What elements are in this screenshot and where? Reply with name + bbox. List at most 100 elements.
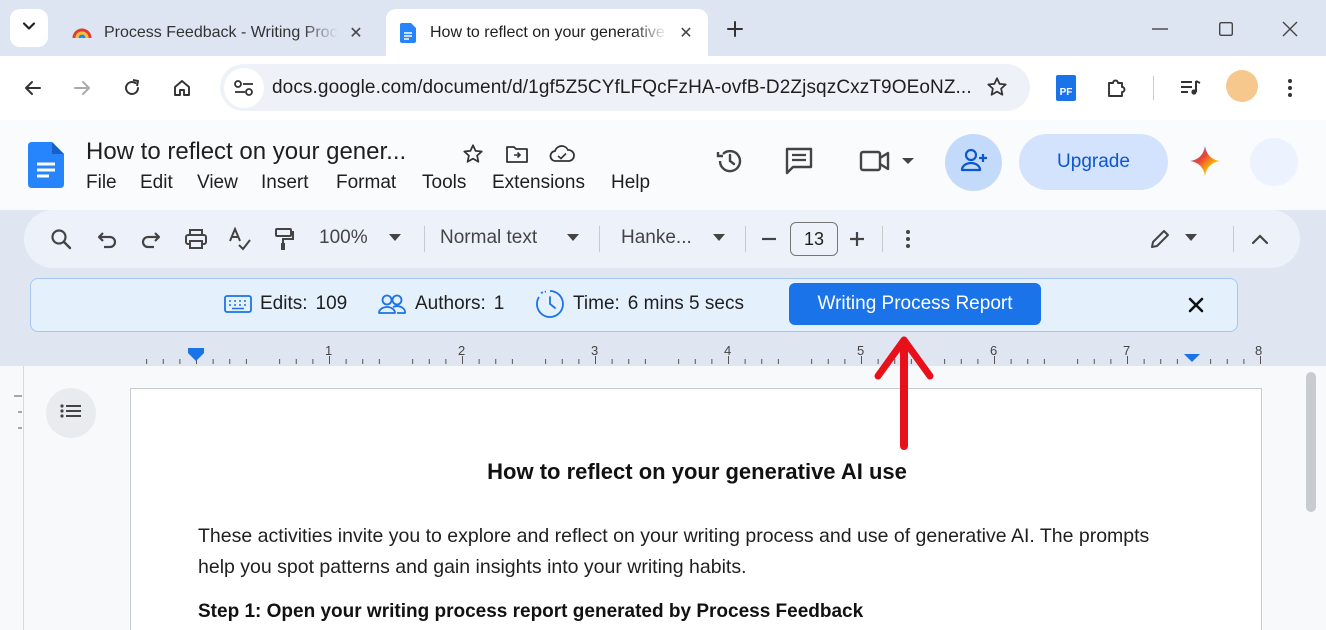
font-dropdown-caret-icon[interactable]	[713, 234, 725, 241]
collapse-menus-chevron-up-icon[interactable]	[1247, 226, 1273, 252]
toolbar-divider	[1153, 76, 1154, 100]
browser-toolbar: docs.google.com/document/d/1gf5Z5CYfLFQc…	[0, 56, 1326, 120]
edits-stat: Edits: 109	[224, 293, 347, 315]
paint-format-icon[interactable]	[271, 226, 297, 252]
tab-title: How to reflect on your generative AI use	[430, 23, 668, 41]
print-icon[interactable]	[183, 226, 209, 252]
authors-stat: Authors: 1	[378, 293, 504, 315]
new-tab-button[interactable]	[722, 16, 748, 42]
document-paragraph: These activities invite you to explore a…	[198, 525, 1150, 578]
menu-extensions[interactable]: Extensions	[492, 172, 585, 194]
undo-icon[interactable]	[94, 226, 120, 252]
menu-insert[interactable]: Insert	[261, 172, 309, 194]
upgrade-button[interactable]: Upgrade	[1019, 134, 1168, 190]
more-vert-icon[interactable]	[1272, 70, 1308, 106]
document-heading: How to reflect on your generative AI use	[487, 459, 907, 484]
docs-header: How to reflect on your gener... File Edi…	[0, 120, 1326, 210]
move-folder-icon[interactable]	[504, 142, 530, 166]
close-icon[interactable]: ✕	[676, 23, 696, 43]
chevron-down-icon	[21, 18, 37, 39]
gemini-sparkle-icon[interactable]	[1188, 144, 1222, 178]
ruler-number: 1	[325, 343, 333, 358]
style-dropdown-caret-icon[interactable]	[567, 234, 579, 241]
tab-search-button[interactable]	[10, 9, 48, 47]
document-title[interactable]: How to reflect on your gener...	[86, 138, 406, 166]
home-icon[interactable]	[164, 70, 200, 106]
document-outline-button[interactable]	[46, 388, 96, 438]
address-bar[interactable]: docs.google.com/document/d/1gf5Z5CYfLFQc…	[220, 64, 1030, 111]
zoom-select[interactable]: 100%	[319, 227, 368, 249]
authors-label: Authors:	[415, 293, 486, 314]
menu-help[interactable]: Help	[611, 172, 650, 194]
decrease-font-size-icon[interactable]	[756, 226, 782, 252]
version-history-icon[interactable]	[713, 144, 747, 178]
close-icon[interactable]: ✕	[346, 23, 366, 43]
toolbar-divider	[1233, 226, 1234, 252]
menu-tools[interactable]: Tools	[422, 172, 466, 194]
cloud-saved-icon[interactable]	[549, 142, 575, 166]
profile-avatar[interactable]	[1226, 70, 1258, 102]
maximize-icon[interactable]	[1211, 14, 1241, 44]
writing-process-report-button[interactable]: Writing Process Report	[789, 283, 1041, 325]
extensions-puzzle-icon[interactable]	[1098, 70, 1134, 106]
edits-label: Edits:	[260, 293, 308, 314]
url-text: docs.google.com/document/d/1gf5Z5CYfLFQc…	[272, 76, 972, 98]
close-icon[interactable]	[1184, 293, 1208, 317]
spellcheck-icon[interactable]	[227, 226, 253, 252]
minimize-icon[interactable]	[1145, 14, 1175, 44]
time-value: 6 mins 5 secs	[627, 293, 744, 314]
time-label: Time:	[573, 293, 620, 314]
menu-format[interactable]: Format	[336, 172, 396, 194]
font-family-select[interactable]: Hanke...	[621, 227, 692, 249]
clock-icon	[535, 289, 565, 319]
menu-edit[interactable]: Edit	[140, 172, 173, 194]
mode-dropdown-caret-icon[interactable]	[1185, 234, 1197, 241]
keyboard-icon	[224, 295, 252, 313]
edits-value: 109	[315, 293, 348, 314]
zoom-dropdown-caret-icon[interactable]	[389, 234, 401, 241]
close-window-icon[interactable]	[1275, 14, 1305, 44]
docs-favicon-icon	[398, 22, 418, 43]
bookmark-star-icon[interactable]	[984, 74, 1010, 100]
share-button[interactable]	[945, 134, 1002, 191]
tab-process-feedback[interactable]: Process Feedback - Writing Process ✕	[60, 9, 378, 56]
people-icon	[378, 293, 406, 315]
paragraph-style-select[interactable]: Normal text	[440, 227, 537, 249]
redo-icon[interactable]	[138, 226, 164, 252]
vertical-ruler[interactable]	[0, 366, 24, 630]
increase-font-size-icon[interactable]	[844, 226, 870, 252]
menu-view[interactable]: View	[197, 172, 238, 194]
comments-icon[interactable]	[782, 144, 816, 178]
list-outline-icon	[60, 403, 82, 424]
add-person-icon	[960, 148, 988, 177]
account-circle[interactable]	[1250, 138, 1298, 186]
process-feedback-bar: Edits: 109 Authors: 1 Time: 6 mins 5 sec…	[30, 278, 1238, 332]
document-page[interactable]: How to reflect on your generative AI use…	[130, 388, 1262, 630]
document-step-heading: Step 1: Open your writing process report…	[198, 601, 864, 622]
docs-logo-icon[interactable]	[28, 142, 64, 193]
meet-video-icon[interactable]	[857, 144, 917, 178]
vertical-scrollbar[interactable]	[1306, 372, 1316, 512]
site-info-icon[interactable]	[224, 67, 264, 108]
process-feedback-extension-icon[interactable]: PF	[1056, 75, 1076, 101]
docs-formatting-toolbar: 100% Normal text Hanke... 13	[24, 210, 1300, 268]
media-controls-icon[interactable]	[1172, 70, 1208, 106]
tab-reflect-doc[interactable]: How to reflect on your generative AI use…	[386, 9, 708, 56]
back-arrow-icon[interactable]	[15, 70, 51, 106]
toolbar-divider	[745, 226, 746, 252]
forward-arrow-icon[interactable]	[64, 70, 100, 106]
ruler-number: 7	[1123, 343, 1131, 358]
star-icon[interactable]	[460, 142, 486, 166]
ruler-number: 2	[458, 343, 466, 358]
editing-mode-pencil-icon[interactable]	[1147, 226, 1173, 252]
ruler-number: 6	[990, 343, 998, 358]
more-options-icon[interactable]	[895, 226, 921, 252]
reload-icon[interactable]	[114, 70, 150, 106]
search-icon[interactable]	[48, 226, 74, 252]
menu-file[interactable]: File	[86, 172, 117, 194]
toolbar-divider	[882, 226, 883, 252]
horizontal-ruler[interactable]: 1 2 3 4 5 6 7 8	[130, 340, 1300, 366]
ruler-number: 3	[591, 343, 599, 358]
ruler-number: 5	[857, 343, 865, 358]
font-size-input[interactable]: 13	[790, 222, 838, 256]
